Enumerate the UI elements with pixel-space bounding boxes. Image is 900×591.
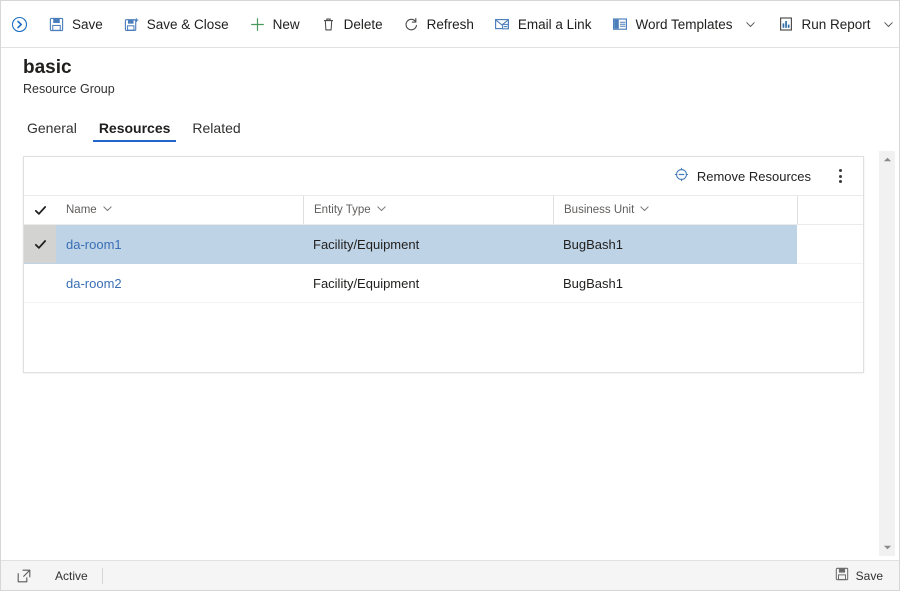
row-select-cell[interactable]: [24, 263, 56, 303]
more-options-icon[interactable]: [827, 162, 853, 190]
table-header: Name Entity Type Business Unit: [24, 195, 863, 225]
resource-link[interactable]: da-room1: [66, 237, 122, 252]
page-scrollbar[interactable]: [879, 151, 895, 556]
checkmark-icon[interactable]: [24, 196, 56, 224]
tab-general[interactable]: General: [21, 120, 83, 142]
save-and-close-button-label: Save & Close: [146, 16, 229, 32]
table-row[interactable]: da-room1 Facility/Equipment BugBash1: [24, 224, 863, 264]
chevron-down-icon: [744, 17, 758, 31]
page-title: basic: [23, 57, 72, 78]
word-templates-button-label: Word Templates: [635, 16, 733, 32]
run-report-button-label: Run Report: [801, 16, 871, 32]
column-header-entity-type-label: Entity Type: [314, 204, 371, 216]
status-divider: [101, 567, 103, 584]
tab-resources[interactable]: Resources: [92, 120, 177, 142]
table-header-row: Name Entity Type Business Unit: [24, 195, 863, 225]
scroll-up-arrow-icon[interactable]: [879, 151, 895, 168]
status-bar: Active Save: [1, 560, 899, 590]
grid-toolbar: Remove Resources: [24, 157, 863, 195]
chevron-down-icon: [639, 203, 650, 217]
column-header-business-unit-label: Business Unit: [564, 204, 635, 216]
remove-resources-button[interactable]: Remove Resources: [666, 161, 819, 191]
page-subtitle: Resource Group: [23, 82, 115, 96]
save-and-close-button[interactable]: Save & Close: [113, 6, 239, 42]
trash-icon: [320, 16, 337, 33]
refresh-button[interactable]: Refresh: [393, 6, 484, 42]
expand-collapse-icon[interactable]: [11, 9, 28, 39]
remove-resources-label: Remove Resources: [696, 168, 811, 184]
resources-table: Name Entity Type Business Unit da-room1 …: [24, 195, 863, 303]
open-in-new-window-icon[interactable]: [13, 565, 35, 587]
save-icon: [48, 16, 65, 33]
save-icon: [835, 567, 849, 584]
resources-grid-card: Remove Resources Name Entity Type Busine…: [23, 156, 864, 373]
refresh-icon: [403, 16, 420, 33]
tab-related[interactable]: Related: [186, 120, 246, 142]
email-link-icon: [494, 16, 511, 33]
email-a-link-button-label: Email a Link: [517, 16, 592, 32]
column-header-name-label: Name: [66, 204, 97, 216]
status-bar-left: Active: [1, 565, 103, 587]
plus-icon: [249, 16, 266, 33]
chevron-down-icon: [376, 203, 387, 217]
column-header-entity-type[interactable]: Entity Type: [303, 195, 553, 225]
app-window: Save Save & Close New Delete Refresh Ema…: [0, 0, 900, 591]
new-button-label: New: [272, 16, 300, 32]
row-select-cell[interactable]: [24, 224, 56, 264]
row-business-unit-cell: BugBash1: [553, 263, 797, 303]
word-template-icon: [611, 16, 628, 33]
row-name-cell[interactable]: da-room1: [56, 224, 303, 264]
new-button[interactable]: New: [239, 6, 310, 42]
select-all-header[interactable]: [24, 195, 56, 225]
row-name-cell[interactable]: da-room2: [56, 263, 303, 303]
table-body: da-room1 Facility/Equipment BugBash1 da-…: [24, 224, 863, 303]
status-save-button[interactable]: Save: [829, 564, 889, 588]
delete-button-label: Delete: [343, 16, 383, 32]
run-report-button[interactable]: Run Report: [768, 6, 900, 42]
row-spacer-cell: [797, 224, 863, 264]
column-header-name[interactable]: Name: [56, 195, 303, 225]
scroll-down-arrow-icon[interactable]: [879, 539, 895, 556]
remove-resource-icon: [674, 167, 689, 185]
chevron-down-icon: [882, 17, 896, 31]
table-row[interactable]: da-room2 Facility/Equipment BugBash1: [24, 263, 863, 303]
column-header-spacer: [797, 195, 863, 225]
status-badge: Active: [55, 568, 88, 583]
save-and-close-icon: [123, 16, 140, 33]
checkmark-icon[interactable]: [24, 225, 56, 263]
status-save-label: Save: [855, 568, 883, 583]
chevron-down-icon: [102, 203, 113, 217]
row-entity-type-cell: Facility/Equipment: [303, 224, 553, 264]
refresh-button-label: Refresh: [426, 16, 474, 32]
column-header-business-unit[interactable]: Business Unit: [553, 195, 797, 225]
row-entity-type-cell: Facility/Equipment: [303, 263, 553, 303]
row-business-unit-cell: BugBash1: [553, 224, 797, 264]
row-spacer-cell: [797, 263, 863, 303]
tab-list: General Resources Related: [21, 114, 257, 142]
save-button[interactable]: Save: [38, 6, 113, 42]
email-a-link-button[interactable]: Email a Link: [484, 6, 602, 42]
tab-related-label: Related: [192, 120, 241, 136]
report-icon: [778, 16, 795, 33]
resource-link[interactable]: da-room2: [66, 276, 122, 291]
record-header: basic Resource Group: [23, 56, 115, 97]
tab-resources-label: Resources: [98, 120, 171, 136]
tab-general-label: General: [27, 120, 77, 136]
command-bar: Save Save & Close New Delete Refresh Ema…: [1, 1, 900, 48]
delete-button[interactable]: Delete: [310, 6, 393, 42]
word-templates-button[interactable]: Word Templates: [601, 6, 767, 42]
save-button-label: Save: [72, 16, 103, 32]
